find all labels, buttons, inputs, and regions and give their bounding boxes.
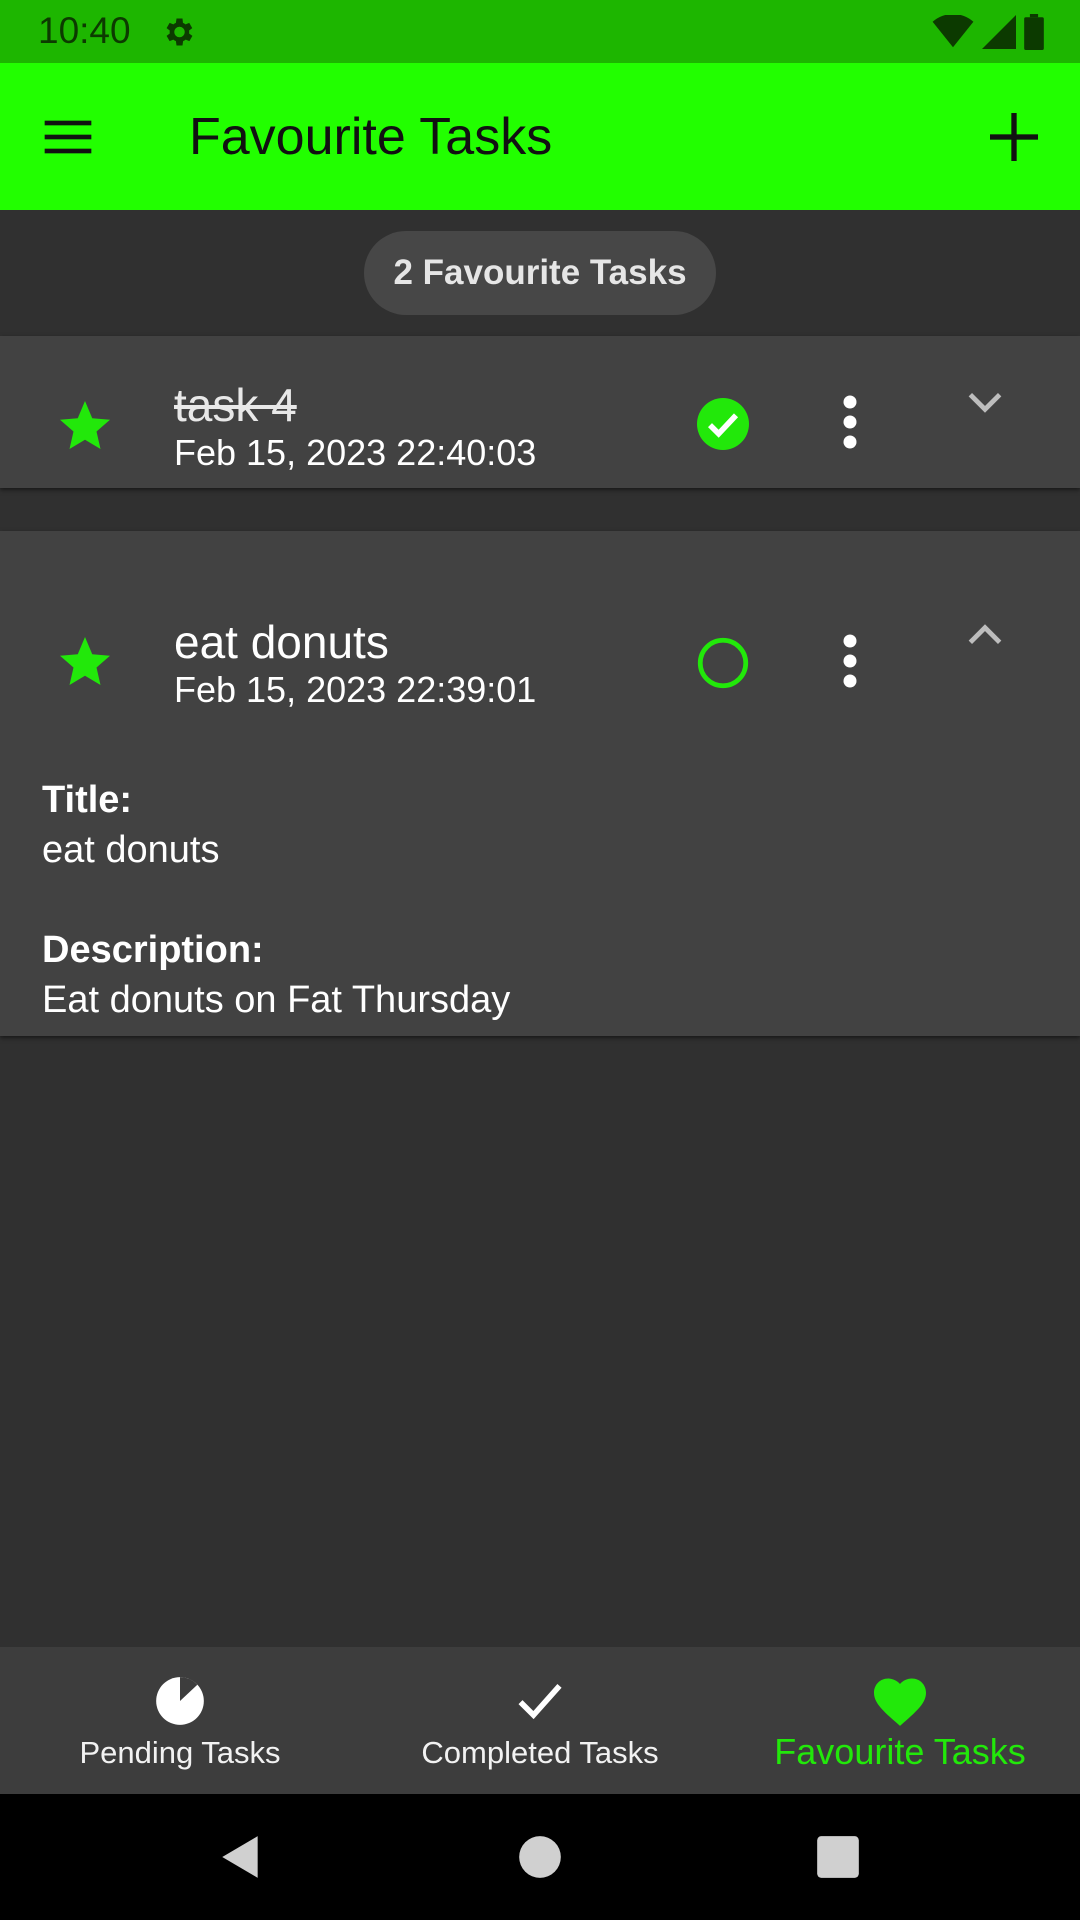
task-card[interactable]: task 4 Feb 15, 2023 22:40:03 [0, 336, 1080, 488]
bottom-navigation: Pending Tasks Completed Tasks Favourite … [0, 1647, 1080, 1794]
chevron-down-icon[interactable] [963, 380, 1007, 424]
detail-description-label: Description: [42, 929, 264, 971]
nav-label: Pending Tasks [79, 1735, 281, 1770]
battery-icon [1024, 14, 1044, 50]
hamburger-menu-icon[interactable] [40, 109, 96, 165]
task-card[interactable]: eat donuts Feb 15, 2023 22:39:01 Title: … [0, 531, 1080, 1036]
check-circle-icon[interactable] [697, 398, 749, 450]
system-navigation-bar [0, 1794, 1080, 1920]
more-vert-icon[interactable] [830, 392, 870, 452]
status-bar: 10:40 [0, 0, 1080, 63]
star-icon[interactable] [55, 632, 115, 692]
favourite-count-chip: 2 Favourite Tasks [364, 231, 716, 315]
more-vert-icon[interactable] [830, 631, 870, 691]
task-title: eat donuts [174, 616, 389, 668]
app-bar: Favourite Tasks [0, 63, 1080, 210]
star-icon[interactable] [55, 396, 115, 456]
nav-favourite-tasks[interactable]: Favourite Tasks [720, 1647, 1080, 1794]
nav-label: Completed Tasks [421, 1735, 659, 1770]
chevron-up-icon[interactable] [963, 613, 1007, 657]
nav-pending-tasks[interactable]: Pending Tasks [0, 1647, 360, 1794]
recents-icon[interactable] [813, 1832, 863, 1882]
nav-label: Favourite Tasks [774, 1731, 1026, 1772]
heart-icon [874, 1678, 926, 1726]
gear-icon [166, 18, 193, 46]
home-icon[interactable] [515, 1832, 565, 1882]
wifi-icon [932, 15, 974, 48]
checkmark-icon [518, 1683, 562, 1720]
task-date: Feb 15, 2023 22:39:01 [174, 669, 537, 710]
circle-outline-icon[interactable] [697, 637, 749, 689]
detail-description-value: Eat donuts on Fat Thursday [42, 979, 511, 1021]
detail-title-label: Title: [42, 779, 133, 821]
nav-completed-tasks[interactable]: Completed Tasks [360, 1647, 720, 1794]
task-title: task 4 [174, 379, 297, 431]
status-time: 10:40 [38, 10, 131, 51]
detail-title-value: eat donuts [42, 829, 220, 871]
task-date: Feb 15, 2023 22:40:03 [174, 432, 537, 473]
back-icon[interactable] [216, 1832, 266, 1882]
pie-chart-icon [156, 1677, 204, 1725]
page-title: Favourite Tasks [189, 108, 553, 166]
plus-icon[interactable] [982, 105, 1046, 169]
signal-icon [982, 15, 1016, 49]
